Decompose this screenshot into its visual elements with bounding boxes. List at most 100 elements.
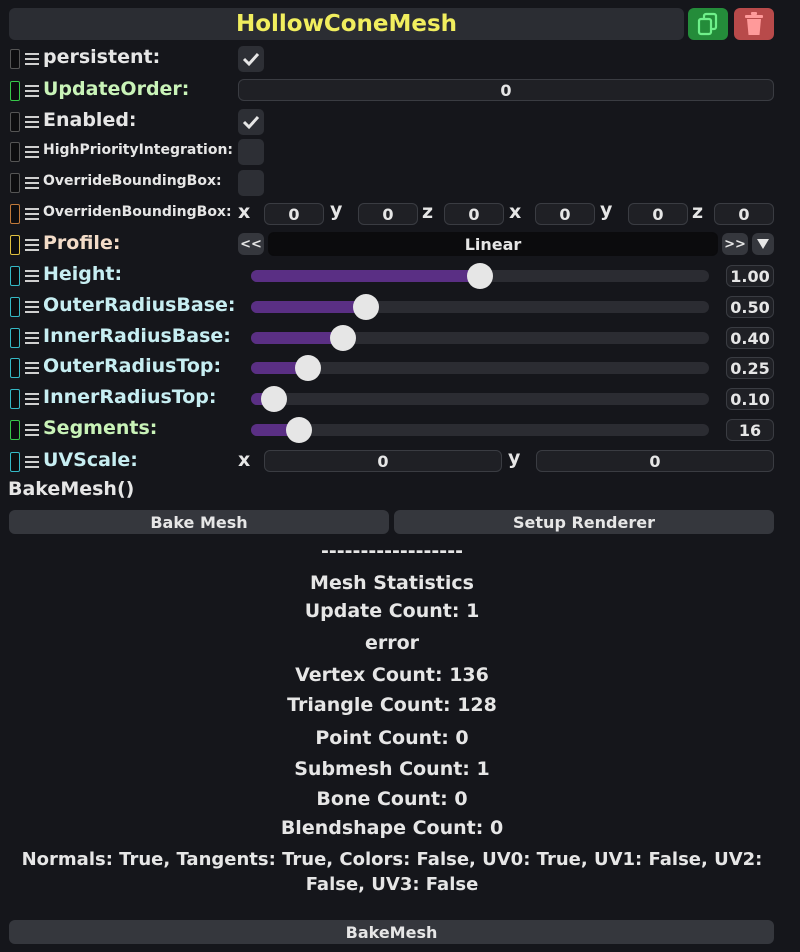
ref-socket[interactable] bbox=[10, 328, 20, 348]
slider-thumb[interactable] bbox=[352, 294, 379, 320]
uv-scale-x-input[interactable]: 0 bbox=[264, 450, 502, 472]
duplicate-icon bbox=[697, 12, 718, 36]
ref-socket[interactable] bbox=[10, 142, 20, 162]
point-count: Point Count: 0 bbox=[315, 727, 469, 749]
field-persistent: persistent: bbox=[0, 46, 800, 72]
field-label: UpdateOrder: bbox=[43, 78, 190, 100]
attributes-line: False, UV3: False bbox=[305, 874, 479, 895]
field-label: HighPriorityIntegration: bbox=[43, 142, 234, 158]
drag-handle-icon[interactable] bbox=[25, 177, 39, 189]
drag-handle-icon[interactable] bbox=[25, 208, 39, 220]
ref-socket[interactable] bbox=[10, 173, 20, 193]
bbox-min-x-input[interactable]: 0 bbox=[264, 203, 324, 225]
slider-thumb[interactable] bbox=[329, 325, 356, 351]
slider-thumb[interactable] bbox=[286, 417, 313, 443]
inner-radius-base-slider[interactable] bbox=[251, 325, 709, 351]
drag-handle-icon[interactable] bbox=[25, 146, 39, 158]
field-update-order: UpdateOrder: 0 bbox=[0, 78, 800, 104]
axis-label-x: x bbox=[238, 201, 251, 223]
drag-handle-icon[interactable] bbox=[25, 456, 39, 468]
field-outer-radius-top: OuterRadiusTop: 0.25 bbox=[0, 355, 800, 381]
field-enabled: Enabled: bbox=[0, 109, 800, 135]
slider-thumb[interactable] bbox=[467, 263, 493, 289]
ref-socket[interactable] bbox=[10, 358, 20, 378]
drag-handle-icon[interactable] bbox=[25, 362, 39, 374]
ref-socket[interactable] bbox=[10, 204, 20, 224]
field-label: InnerRadiusTop: bbox=[43, 386, 217, 408]
drag-handle-icon[interactable] bbox=[25, 301, 39, 313]
ref-socket[interactable] bbox=[10, 389, 20, 409]
field-inner-radius-base: InnerRadiusBase: 0.40 bbox=[0, 325, 800, 351]
profile-next-button[interactable]: >> bbox=[722, 233, 748, 255]
ref-socket[interactable] bbox=[10, 452, 20, 472]
drag-handle-icon[interactable] bbox=[25, 332, 39, 344]
profile-dropdown-button[interactable] bbox=[752, 233, 774, 255]
bbox-min-y-input[interactable]: 0 bbox=[358, 203, 418, 225]
bake-mesh-bottom-button[interactable]: BakeMesh bbox=[9, 920, 774, 944]
override-bbox-checkbox[interactable] bbox=[238, 170, 264, 196]
drag-handle-icon[interactable] bbox=[25, 270, 39, 282]
field-label: OuterRadiusBase: bbox=[43, 294, 236, 316]
outer-radius-top-value[interactable]: 0.25 bbox=[726, 357, 774, 379]
drag-handle-icon[interactable] bbox=[25, 424, 39, 436]
field-label: persistent: bbox=[43, 46, 161, 68]
enabled-checkbox[interactable] bbox=[238, 109, 264, 135]
drag-handle-icon[interactable] bbox=[25, 116, 39, 128]
drag-handle-icon[interactable] bbox=[25, 85, 39, 97]
height-value[interactable]: 1.00 bbox=[726, 265, 774, 287]
slider-fill bbox=[251, 270, 480, 282]
delete-button[interactable] bbox=[734, 8, 774, 40]
ref-socket[interactable] bbox=[10, 297, 20, 317]
field-inner-radius-top: InnerRadiusTop: 0.10 bbox=[0, 386, 800, 412]
duplicate-button[interactable] bbox=[688, 8, 728, 40]
field-label: InnerRadiusBase: bbox=[43, 325, 231, 347]
stats-title: Mesh Statistics bbox=[310, 572, 474, 594]
high-priority-checkbox[interactable] bbox=[238, 139, 264, 165]
blendshape-count: Blendshape Count: 0 bbox=[280, 817, 504, 839]
bone-count: Bone Count: 0 bbox=[316, 788, 468, 810]
segments-value[interactable]: 16 bbox=[726, 419, 774, 441]
ref-socket[interactable] bbox=[10, 420, 20, 440]
bake-mesh-button[interactable]: Bake Mesh bbox=[9, 510, 389, 534]
bbox-max-x-input[interactable]: 0 bbox=[535, 203, 595, 225]
axis-label-y: y bbox=[330, 199, 343, 221]
field-uv-scale: UVScale: x 0 y 0 bbox=[0, 447, 800, 475]
setup-renderer-button[interactable]: Setup Renderer bbox=[394, 510, 774, 534]
field-outer-radius-base: OuterRadiusBase: 0.50 bbox=[0, 294, 800, 320]
update-count: Update Count: 1 bbox=[304, 600, 480, 622]
ref-socket[interactable] bbox=[10, 112, 20, 132]
ref-socket[interactable] bbox=[10, 235, 20, 255]
bbox-max-z-input[interactable]: 0 bbox=[714, 203, 774, 225]
uv-scale-y-input[interactable]: 0 bbox=[536, 450, 774, 472]
component-header: HollowConeMesh bbox=[9, 8, 684, 40]
slider-thumb[interactable] bbox=[260, 386, 287, 412]
height-slider[interactable] bbox=[251, 263, 709, 289]
field-label: OverridenBoundingBox: bbox=[43, 204, 232, 220]
bbox-max-y-input[interactable]: 0 bbox=[628, 203, 688, 225]
ref-socket[interactable] bbox=[10, 266, 20, 286]
field-segments: Segments: 16 bbox=[0, 417, 800, 443]
profile-value[interactable]: Linear bbox=[268, 232, 718, 256]
inner-radius-base-value[interactable]: 0.40 bbox=[726, 327, 774, 349]
persistent-checkbox[interactable] bbox=[238, 46, 264, 72]
profile-prev-button[interactable]: << bbox=[238, 233, 264, 255]
inner-radius-top-value[interactable]: 0.10 bbox=[726, 388, 774, 410]
attributes-line: Normals: True, Tangents: True, Colors: F… bbox=[21, 849, 763, 870]
field-label: OuterRadiusTop: bbox=[43, 355, 222, 377]
component-title: HollowConeMesh bbox=[235, 11, 458, 37]
drag-handle-icon[interactable] bbox=[25, 53, 39, 65]
segments-slider[interactable] bbox=[251, 417, 709, 443]
outer-radius-base-value[interactable]: 0.50 bbox=[726, 296, 774, 318]
drag-handle-icon[interactable] bbox=[25, 239, 39, 251]
ref-socket[interactable] bbox=[10, 81, 20, 101]
ref-socket[interactable] bbox=[10, 49, 20, 69]
outer-radius-base-slider[interactable] bbox=[251, 294, 709, 320]
drag-handle-icon[interactable] bbox=[25, 393, 39, 405]
bbox-min-z-input[interactable]: 0 bbox=[444, 203, 504, 225]
slider-thumb[interactable] bbox=[295, 355, 322, 381]
outer-radius-top-slider[interactable] bbox=[251, 355, 709, 381]
field-height: Height: 1.00 bbox=[0, 263, 800, 289]
inner-radius-top-slider[interactable] bbox=[251, 386, 709, 412]
trash-icon bbox=[745, 12, 763, 35]
update-order-input[interactable]: 0 bbox=[238, 79, 774, 101]
